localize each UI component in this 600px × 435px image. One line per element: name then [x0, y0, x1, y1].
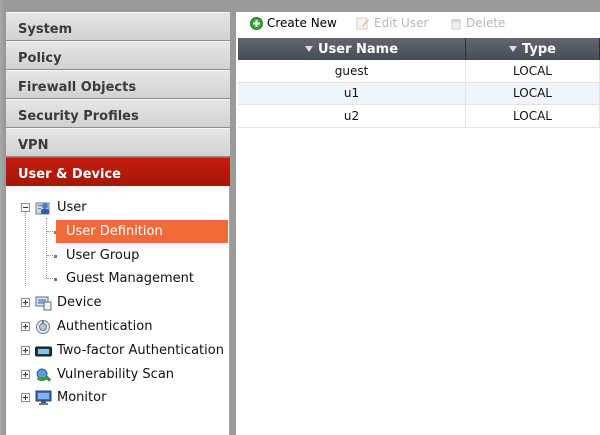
nav-policy[interactable]: Policy — [6, 41, 230, 70]
cell-type: LOCAL — [466, 60, 600, 82]
token-icon — [35, 343, 52, 358]
nav-firewall-objects[interactable]: Firewall Objects — [6, 70, 230, 99]
cell-type: LOCAL — [466, 105, 600, 127]
tree-item-label: Monitor — [57, 390, 107, 406]
selected-highlight: User Definition — [56, 219, 228, 243]
tree-item-monitor[interactable]: Monitor — [6, 386, 229, 410]
trash-icon — [451, 18, 461, 29]
tree-item-label: Vulnerability Scan — [57, 366, 175, 382]
collapse-icon[interactable] — [21, 203, 30, 212]
tree-item-vulnerability-scan[interactable]: Vulnerability Scan — [6, 363, 229, 387]
content-panel: Create New Edit User Delete User Name Ty… — [236, 12, 600, 435]
leaf-dot — [54, 278, 57, 282]
cell-user-name: guest — [238, 60, 466, 82]
tree-item-label: User — [57, 200, 87, 215]
tree-item-user-group[interactable]: User Group — [6, 244, 229, 268]
table-row[interactable]: u1 LOCAL — [238, 82, 600, 105]
tree-item-user-definition[interactable]: User Definition — [6, 219, 229, 244]
device-icon — [35, 295, 52, 311]
scan-icon — [35, 367, 52, 382]
expand-icon[interactable] — [21, 298, 30, 308]
nav-panel: System Policy Firewall Objects Security … — [6, 12, 230, 435]
nav-vpn[interactable]: VPN — [6, 128, 230, 157]
monitor-icon — [35, 390, 52, 406]
toolbar: Create New Edit User Delete — [236, 12, 600, 34]
tree-item-label: Guest Management — [66, 271, 194, 287]
tree-item-two-factor-authentication[interactable]: Two-factor Authentication — [6, 339, 229, 363]
user-icon — [35, 200, 51, 215]
column-header-user-name[interactable]: User Name — [238, 38, 466, 60]
filter-icon[interactable] — [509, 46, 518, 52]
tree-item-guest-management[interactable]: Guest Management — [6, 267, 229, 291]
tree-item-label: Authentication — [57, 318, 153, 334]
delete-label: Delete — [466, 16, 506, 30]
table-row[interactable]: guest LOCAL — [238, 60, 600, 83]
expand-icon[interactable] — [21, 393, 30, 403]
edit-icon — [356, 17, 369, 29]
table-row[interactable]: u2 LOCAL — [238, 105, 600, 128]
authentication-icon — [35, 319, 51, 334]
edit-user-button[interactable]: Edit User — [356, 16, 428, 30]
table-header: User Name Type — [238, 38, 600, 60]
nav-system[interactable]: System — [6, 12, 230, 41]
column-header-label: Type — [522, 41, 556, 57]
add-icon — [250, 16, 263, 30]
tree-item-label: Device — [57, 295, 102, 311]
app-window: System Policy Firewall Objects Security … — [0, 0, 600, 435]
column-header-type[interactable]: Type — [466, 38, 600, 60]
nav-user-device[interactable]: User & Device — [6, 157, 230, 187]
tree-item-authentication[interactable]: Authentication — [6, 315, 229, 339]
cell-user-name: u1 — [238, 82, 466, 104]
leaf-dot — [54, 254, 57, 258]
table-body: guest LOCAL u1 LOCAL u2 LOCAL — [238, 60, 600, 128]
expand-icon[interactable] — [21, 345, 30, 355]
cell-user-name: u2 — [238, 105, 466, 127]
column-header-label: User Name — [317, 41, 399, 57]
delete-button[interactable]: Delete — [450, 16, 505, 30]
tree-item-device[interactable]: Device — [6, 291, 229, 315]
cell-type: LOCAL — [466, 82, 600, 104]
expand-icon[interactable] — [21, 369, 30, 379]
filter-icon[interactable] — [304, 46, 313, 52]
tree-item-label: Two-factor Authentication — [57, 342, 224, 358]
tree-item-label: User Definition — [66, 223, 163, 239]
tree-item-label: User Group — [66, 247, 140, 263]
create-new-label: Create New — [267, 16, 337, 30]
expand-icon[interactable] — [21, 321, 30, 331]
nav-security-profiles[interactable]: Security Profiles — [6, 99, 230, 128]
create-new-button[interactable]: Create New — [250, 16, 337, 30]
nav-tree: User User Definition User Group Guest Ma… — [6, 186, 230, 435]
edit-user-label: Edit User — [374, 16, 429, 30]
tree-item-user[interactable]: User — [6, 196, 229, 220]
